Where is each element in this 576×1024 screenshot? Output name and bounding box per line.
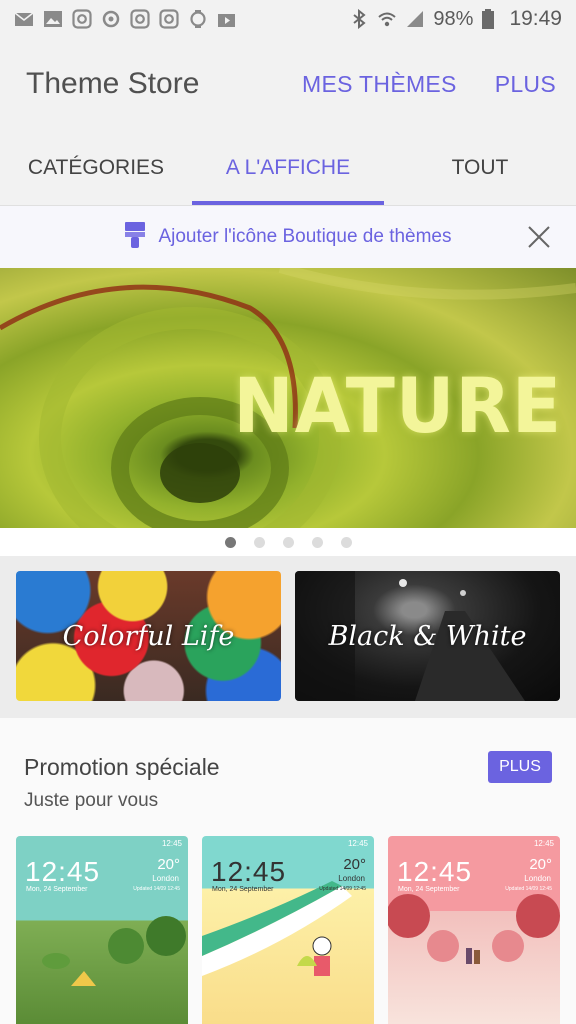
- category-cards: Colorful Life Black & White: [0, 556, 576, 718]
- preview-updated: Updated 14/09 12:45: [505, 886, 552, 892]
- page-title: Theme Store: [26, 67, 200, 100]
- preview-clock: 12:45: [211, 856, 287, 887]
- preview-status-time: 12:45: [161, 839, 182, 848]
- preview-date: Mon, 24 September: [26, 886, 88, 893]
- preview-date: Mon, 24 September: [212, 886, 274, 893]
- carousel-dot[interactable]: [311, 536, 323, 548]
- preview-location: London: [524, 874, 551, 883]
- instagram-icon: [130, 9, 150, 29]
- preview-location: London: [338, 874, 365, 883]
- notification-icons: [14, 9, 237, 29]
- video-icon: [217, 9, 237, 29]
- bluetooth-icon: [349, 8, 369, 30]
- preview-temperature: 20°: [529, 856, 552, 873]
- active-tab-indicator: [192, 201, 384, 205]
- app-bar-actions: MES THÈMES PLUS: [302, 71, 556, 98]
- preview-temperature: 20°: [343, 856, 366, 873]
- my-themes-button[interactable]: MES THÈMES: [302, 71, 457, 98]
- sync-icon: [101, 9, 121, 29]
- tab-categories[interactable]: CATÉGORIES: [0, 130, 192, 205]
- instagram-icon: [159, 9, 179, 29]
- add-icon-notice[interactable]: Ajouter l'icône Boutique de thèmes: [0, 206, 576, 268]
- mail-icon: [14, 9, 34, 29]
- carousel-dot[interactable]: [340, 536, 352, 548]
- tab-bar: CATÉGORIES A L'AFFICHE TOUT: [0, 130, 576, 206]
- tab-all[interactable]: TOUT: [384, 130, 576, 205]
- watch-icon: [188, 9, 208, 29]
- preview-updated: Updated 14/09 12:45: [133, 886, 180, 892]
- promotion-section: Promotion spéciale Juste pour vous PLUS …: [0, 718, 576, 1024]
- preview-status-time: 12:45: [347, 839, 368, 848]
- paint-brush-icon: [124, 221, 146, 254]
- preview-status-time: 12:45: [533, 839, 554, 848]
- section-title: Promotion spéciale: [24, 754, 220, 780]
- category-card-colorful-life[interactable]: Colorful Life: [16, 571, 281, 701]
- featured-banner[interactable]: NATURE: [0, 268, 576, 528]
- preview-temperature: 20°: [157, 856, 180, 873]
- tab-featured[interactable]: A L'AFFICHE: [192, 130, 384, 205]
- hero-title: NATURE: [233, 361, 562, 451]
- clock: 19:49: [509, 7, 562, 30]
- signal-icon: [405, 9, 425, 29]
- status-bar: 98% 19:49: [0, 0, 576, 38]
- instagram-icon: [72, 9, 92, 29]
- carousel-dot[interactable]: [253, 536, 265, 548]
- gallery-icon: [43, 9, 63, 29]
- preview-clock: 12:45: [25, 856, 101, 887]
- app-bar: Theme Store MES THÈMES PLUS: [0, 38, 576, 130]
- close-icon[interactable]: [526, 224, 552, 250]
- carousel-dot[interactable]: [224, 536, 236, 548]
- preview-date: Mon, 24 September: [398, 886, 460, 893]
- category-label: Black & White: [328, 620, 527, 652]
- wifi-icon: [377, 9, 397, 29]
- tab-label: A L'AFFICHE: [225, 155, 351, 179]
- promotion-more-button[interactable]: PLUS: [488, 751, 552, 783]
- notice-text: Ajouter l'icône Boutique de thèmes: [158, 226, 452, 247]
- system-status: 98% 19:49: [349, 7, 562, 31]
- category-card-black-white[interactable]: Black & White: [295, 571, 560, 701]
- tab-label: CATÉGORIES: [27, 155, 165, 179]
- carousel-indicator: [0, 528, 576, 556]
- battery-percent: 98%: [433, 7, 474, 30]
- notice-content: Ajouter l'icône Boutique de thèmes: [124, 221, 452, 254]
- preview-location: London: [152, 874, 179, 883]
- category-label: Colorful Life: [62, 620, 235, 652]
- carousel-dot[interactable]: [282, 536, 294, 548]
- battery-icon: [481, 9, 501, 29]
- more-button[interactable]: PLUS: [495, 71, 556, 98]
- preview-updated: Updated 14/09 12:45: [319, 886, 366, 892]
- preview-clock: 12:45: [397, 856, 473, 887]
- theme-card[interactable]: 12:45 12:45 Mon, 24 September 20° London…: [202, 836, 374, 1024]
- theme-card[interactable]: 12:45 12:45 Mon, 24 September 20° London…: [388, 836, 560, 1024]
- tab-label: TOUT: [451, 155, 509, 179]
- theme-list: 12:45 12:45 Mon, 24 September 20° London…: [16, 836, 560, 1024]
- theme-card[interactable]: 12:45 12:45 Mon, 24 September 20° London…: [16, 836, 188, 1024]
- section-subtitle: Juste pour vous: [24, 790, 159, 811]
